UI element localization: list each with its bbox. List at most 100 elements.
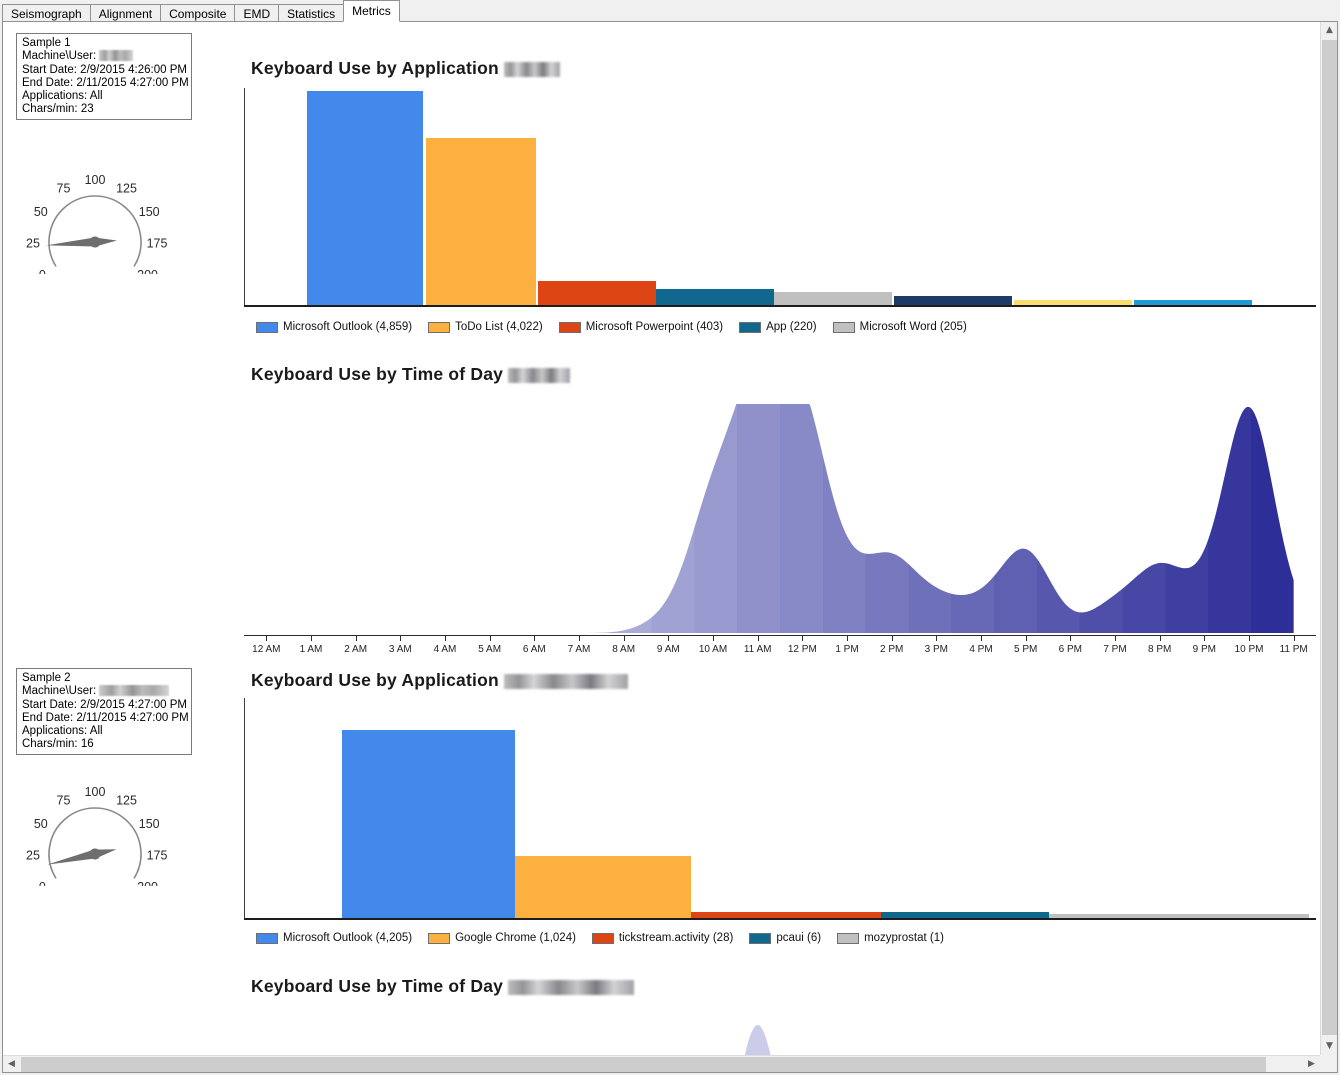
chart-title-text: Keyboard Use by Time of Day <box>251 364 504 384</box>
legend-item-4[interactable]: Microsoft Word (205) <box>832 321 967 333</box>
time-of-day-tick <box>891 636 893 641</box>
legend-item-1[interactable]: ToDo List (4,022) <box>428 321 543 333</box>
time-of-day-tick <box>266 636 268 641</box>
time-of-day-tick-label: 12 PM <box>787 644 817 652</box>
bar-5[interactable] <box>894 296 1012 305</box>
sample-info-box-2: Sample 2 Machine\User: Start Date: 2/9/20… <box>16 668 192 755</box>
chars-per-min-gauge-2: 0 25 50 75 100 125150 175 200 <box>26 785 167 886</box>
start-date-label: Start Date: <box>22 698 77 711</box>
applications-row: Applications: All <box>22 725 186 738</box>
horizontal-scroll-thumb[interactable] <box>21 1057 1266 1072</box>
time-of-day-tick <box>445 636 446 641</box>
bar-3[interactable] <box>656 289 774 305</box>
bar-4[interactable] <box>1049 914 1309 918</box>
gauge-tick-label: 125 <box>116 182 137 196</box>
bar-6[interactable] <box>1014 300 1132 305</box>
gauge-hub <box>89 236 101 248</box>
legend-swatch <box>591 932 614 944</box>
time-of-day-tick-label: 1 AM <box>299 644 323 652</box>
start-date-value: 2/9/2015 4:27:00 PM <box>80 698 187 711</box>
density-curve <box>744 1025 771 1055</box>
horizontal-scrollbar[interactable]: ◀ ▶ <box>3 1055 1320 1072</box>
machine-user-label: Machine\User: <box>22 50 97 63</box>
legend-item-2[interactable]: tickstream.activity (28) <box>591 932 734 944</box>
time-of-day-tick-label: 11 AM <box>743 644 772 652</box>
chars-per-min-gauge-1: 0 25 50 75 100 125150 175 200 <box>26 173 168 274</box>
legend-swatch <box>256 321 278 333</box>
time-of-day-tick-label: 5 AM <box>478 644 502 652</box>
chart-title-redacted-name <box>503 62 560 77</box>
sample-name: Sample 2 <box>22 672 186 685</box>
legend-swatch <box>749 932 772 944</box>
tab-label: Seismograph <box>11 7 82 21</box>
legend-label: mozyprostat (1) <box>864 932 944 944</box>
time-of-day-tick <box>1249 636 1250 641</box>
scroll-left-arrow[interactable]: ◀ <box>3 1056 20 1072</box>
machine-user-redacted-value <box>99 685 170 697</box>
machine-user-row: Machine\User: <box>22 50 186 63</box>
bar-7[interactable] <box>1134 300 1252 305</box>
legend-label: tickstream.activity (28) <box>618 932 734 944</box>
app-chart-1-legend: Microsoft Outlook (4,859) ToDo List (4,02… <box>256 321 983 333</box>
time-of-day-tick-label: 12 AM <box>252 644 281 652</box>
sample-name-text: Sample 2 <box>22 672 71 684</box>
time-of-day-tick <box>757 636 759 641</box>
bar-4[interactable] <box>774 292 892 305</box>
gauge-tick-label: 0 <box>39 268 46 274</box>
legend-item-1[interactable]: Google Chrome (1,024) <box>428 932 576 944</box>
gauge-hub <box>89 848 101 860</box>
legend-item-3[interactable]: pcaui (6) <box>749 932 821 944</box>
tab-statistics[interactable]: Statistics <box>278 4 345 22</box>
gauge-arc <box>48 195 142 267</box>
bar-3[interactable] <box>881 912 1049 918</box>
vertical-scroll-thumb[interactable] <box>1322 40 1337 1035</box>
time-of-day-tick <box>489 636 491 641</box>
time-of-day-density-area <box>744 1025 771 1055</box>
sample-info-box-1: Sample 1 Machine\User: Start Date: 2/9/20… <box>16 33 192 120</box>
time-of-day-tick <box>1115 636 1116 641</box>
scroll-up-arrow[interactable]: ▲ <box>1321 22 1337 39</box>
tab-composite[interactable]: Composite <box>160 4 236 22</box>
tab-alignment[interactable]: Alignment <box>89 4 162 22</box>
sample-name: Sample 1 <box>22 37 186 50</box>
bar-1[interactable] <box>515 856 691 918</box>
tab-emd[interactable]: EMD <box>234 4 280 22</box>
app-chart-2-title: Keyboard Use by Application <box>251 670 628 691</box>
chart-title-redacted-name <box>508 368 571 383</box>
legend-item-2[interactable]: Microsoft Powerpoint (403) <box>558 321 723 333</box>
time-of-day-density-area <box>266 404 1294 633</box>
end-date-value: 2/11/2015 4:27:00 PM <box>76 711 189 724</box>
scroll-right-arrow[interactable]: ▶ <box>1303 1056 1320 1072</box>
legend-swatch <box>837 932 860 944</box>
end-date-label: End Date: <box>22 711 74 724</box>
time-of-day-tick <box>668 636 670 641</box>
applications-label: Applications: <box>22 725 88 738</box>
legend-item-4[interactable]: mozyprostat (1) <box>837 932 944 944</box>
bar-2[interactable] <box>538 281 656 305</box>
legend-swatch <box>739 321 762 333</box>
time-of-day-tick <box>355 636 357 641</box>
tab-metrics[interactable]: Metrics <box>343 0 400 22</box>
bar-0[interactable] <box>342 730 515 918</box>
legend-item-3[interactable]: App (220) <box>739 321 817 333</box>
chart-title-text: Keyboard Use by Application <box>251 670 499 690</box>
tab-seismograph[interactable]: Seismograph <box>2 4 91 22</box>
bar-0[interactable] <box>307 91 423 305</box>
time-of-day-tick <box>713 636 714 641</box>
time-of-day-tick-label: 9 PM <box>1192 644 1216 652</box>
scroll-down-arrow[interactable]: ▼ <box>1321 1038 1337 1055</box>
legend-item-0[interactable]: Microsoft Outlook (4,859) <box>256 321 412 333</box>
bar-1[interactable] <box>426 138 536 305</box>
end-date-row: End Date: 2/11/2015 4:27:00 PM <box>22 77 189 90</box>
chars-per-min-label: Chars/min: <box>22 103 78 116</box>
legend-label: Google Chrome (1,024) <box>455 932 576 944</box>
time-of-day-tick <box>847 636 848 641</box>
bar-2[interactable] <box>691 912 881 918</box>
tod-chart-2 <box>244 1014 1316 1055</box>
applications-value: All <box>89 725 103 738</box>
vertical-scrollbar[interactable]: ▲ ▼ <box>1320 22 1337 1055</box>
app-chart-1-bars <box>244 88 1316 307</box>
time-of-day-tick-label: 7 PM <box>1103 644 1127 652</box>
legend-item-0[interactable]: Microsoft Outlook (4,205) <box>256 932 412 944</box>
gauge-tick-label: 175 <box>147 237 168 251</box>
